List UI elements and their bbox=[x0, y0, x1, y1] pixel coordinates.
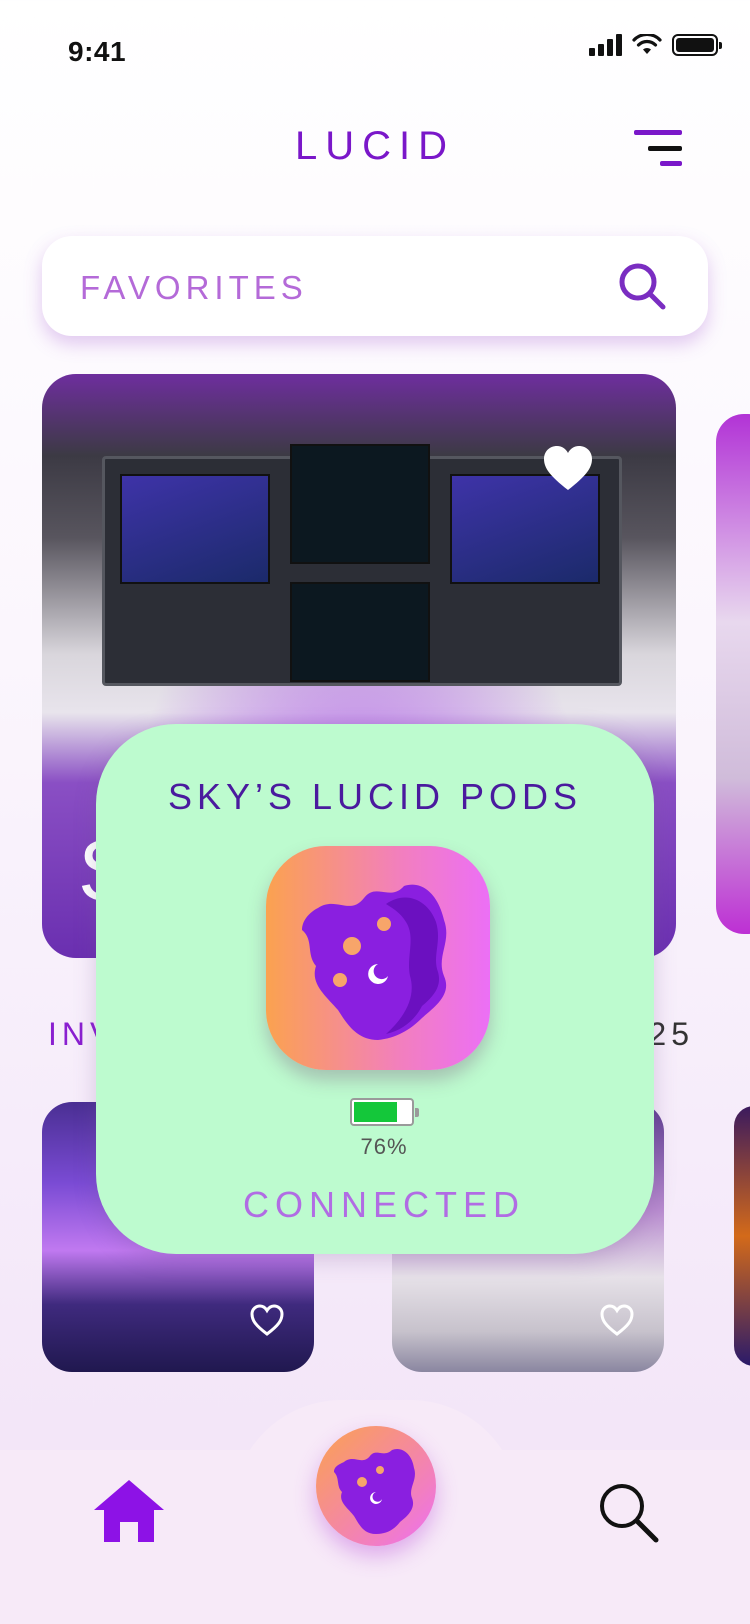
cockpit-screen-lower bbox=[290, 582, 430, 682]
heart-icon[interactable] bbox=[542, 444, 594, 492]
device-popup[interactable]: SKY’S LUCID PODS 76% CONNECTED bbox=[96, 724, 654, 1254]
heart-outline-icon[interactable] bbox=[600, 1304, 634, 1336]
lucid-head-logo bbox=[302, 884, 447, 1040]
heart-outline-icon[interactable] bbox=[250, 1304, 284, 1336]
battery-level-fill bbox=[354, 1102, 397, 1122]
next-small-card-preview[interactable] bbox=[734, 1106, 750, 1366]
popup-title: SKY’S LUCID PODS bbox=[167, 776, 583, 817]
tab-search-icon[interactable] bbox=[596, 1480, 660, 1544]
signal-icon bbox=[589, 34, 622, 56]
search-text: FAVORITES bbox=[80, 269, 308, 306]
battery-percent: 76% bbox=[360, 1134, 408, 1159]
home-icon[interactable] bbox=[92, 1478, 166, 1544]
section-label-right: 25 bbox=[648, 1016, 694, 1052]
lucid-logo bbox=[334, 1448, 415, 1534]
lucid-app-icon bbox=[266, 846, 490, 1070]
search-icon[interactable] bbox=[616, 260, 668, 312]
lucid-logo-button[interactable] bbox=[316, 1426, 436, 1546]
menu-icon[interactable] bbox=[634, 130, 682, 168]
status-time: 9:41 bbox=[68, 36, 127, 67]
cockpit-screen-center bbox=[290, 444, 430, 564]
connection-status: CONNECTED bbox=[242, 1184, 525, 1225]
battery-indicator bbox=[350, 1098, 419, 1126]
search-bar[interactable]: FAVORITES bbox=[42, 236, 708, 336]
status-icons bbox=[589, 34, 722, 56]
status-bar: 9:41 bbox=[0, 0, 750, 100]
cockpit-screen-left bbox=[120, 474, 270, 584]
wifi-icon bbox=[632, 34, 662, 54]
battery-icon bbox=[672, 34, 722, 56]
next-card-preview[interactable] bbox=[716, 414, 750, 934]
